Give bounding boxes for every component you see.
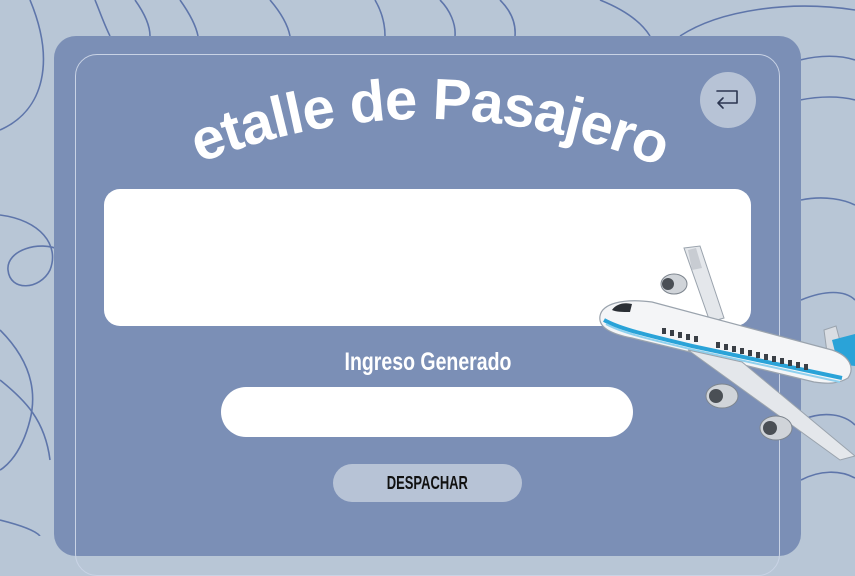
return-arrow-icon xyxy=(716,90,738,109)
airplane-illustration xyxy=(599,245,855,461)
ingreso-generado-field[interactable] xyxy=(221,387,633,437)
page-title-text: Detalle de Pasajeros xyxy=(170,78,679,179)
ingreso-generado-label: Ingreso Generado xyxy=(344,348,512,376)
svg-text:Detalle de Pasajeros: Detalle de Pasajeros xyxy=(170,78,678,179)
despachar-button-label: DESPACHAR xyxy=(386,472,469,493)
back-button[interactable] xyxy=(700,72,756,128)
page-title: Detalle de Pasajeros xyxy=(170,78,679,179)
despachar-button[interactable]: DESPACHAR xyxy=(333,464,522,502)
